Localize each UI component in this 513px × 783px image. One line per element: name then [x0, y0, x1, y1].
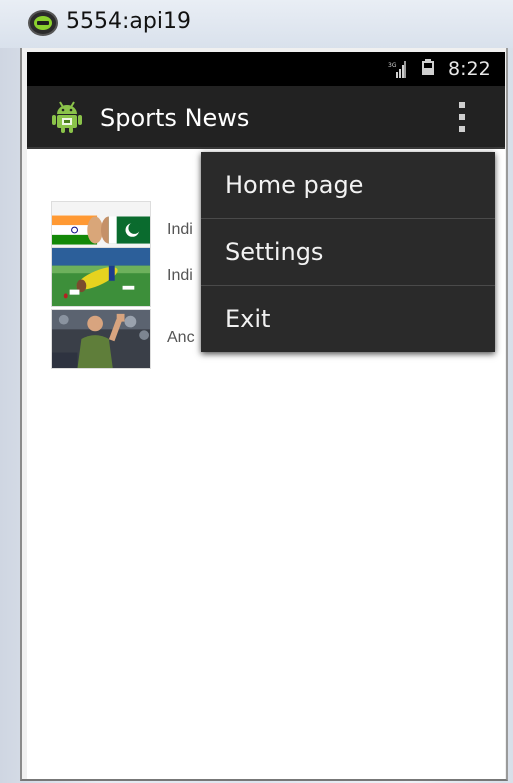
- android-app-icon[interactable]: [51, 100, 83, 134]
- emulator-title-bar: 5554:api19: [0, 0, 513, 48]
- cricket-player-diving-image: [51, 247, 151, 307]
- emulator-window-title: 5554:api19: [66, 9, 191, 34]
- overflow-menu-icon[interactable]: [451, 100, 473, 136]
- signal-3g-icon: 3G: [388, 61, 406, 78]
- news-item-title: Anc: [167, 329, 195, 346]
- overflow-menu: Home page Settings Exit: [201, 152, 495, 352]
- action-bar: Sports News: [27, 86, 505, 149]
- device-screen: 3G 8:22 Sports News Indi Indi Anc Home p…: [27, 52, 505, 779]
- battery-icon: [422, 59, 434, 75]
- news-item-title: Indi: [167, 221, 193, 238]
- tennis-player-celebrating-image: [51, 309, 151, 369]
- news-item-title: Indi: [167, 267, 193, 284]
- app-title: Sports News: [100, 104, 250, 132]
- svg-text:3G: 3G: [388, 62, 397, 69]
- status-bar: 3G 8:22: [27, 52, 505, 86]
- emulator-app-icon: [28, 10, 58, 36]
- menu-item-home-page[interactable]: Home page: [201, 152, 495, 218]
- status-time: 8:22: [448, 58, 491, 80]
- menu-item-exit[interactable]: Exit: [201, 286, 495, 352]
- menu-item-settings[interactable]: Settings: [201, 219, 495, 285]
